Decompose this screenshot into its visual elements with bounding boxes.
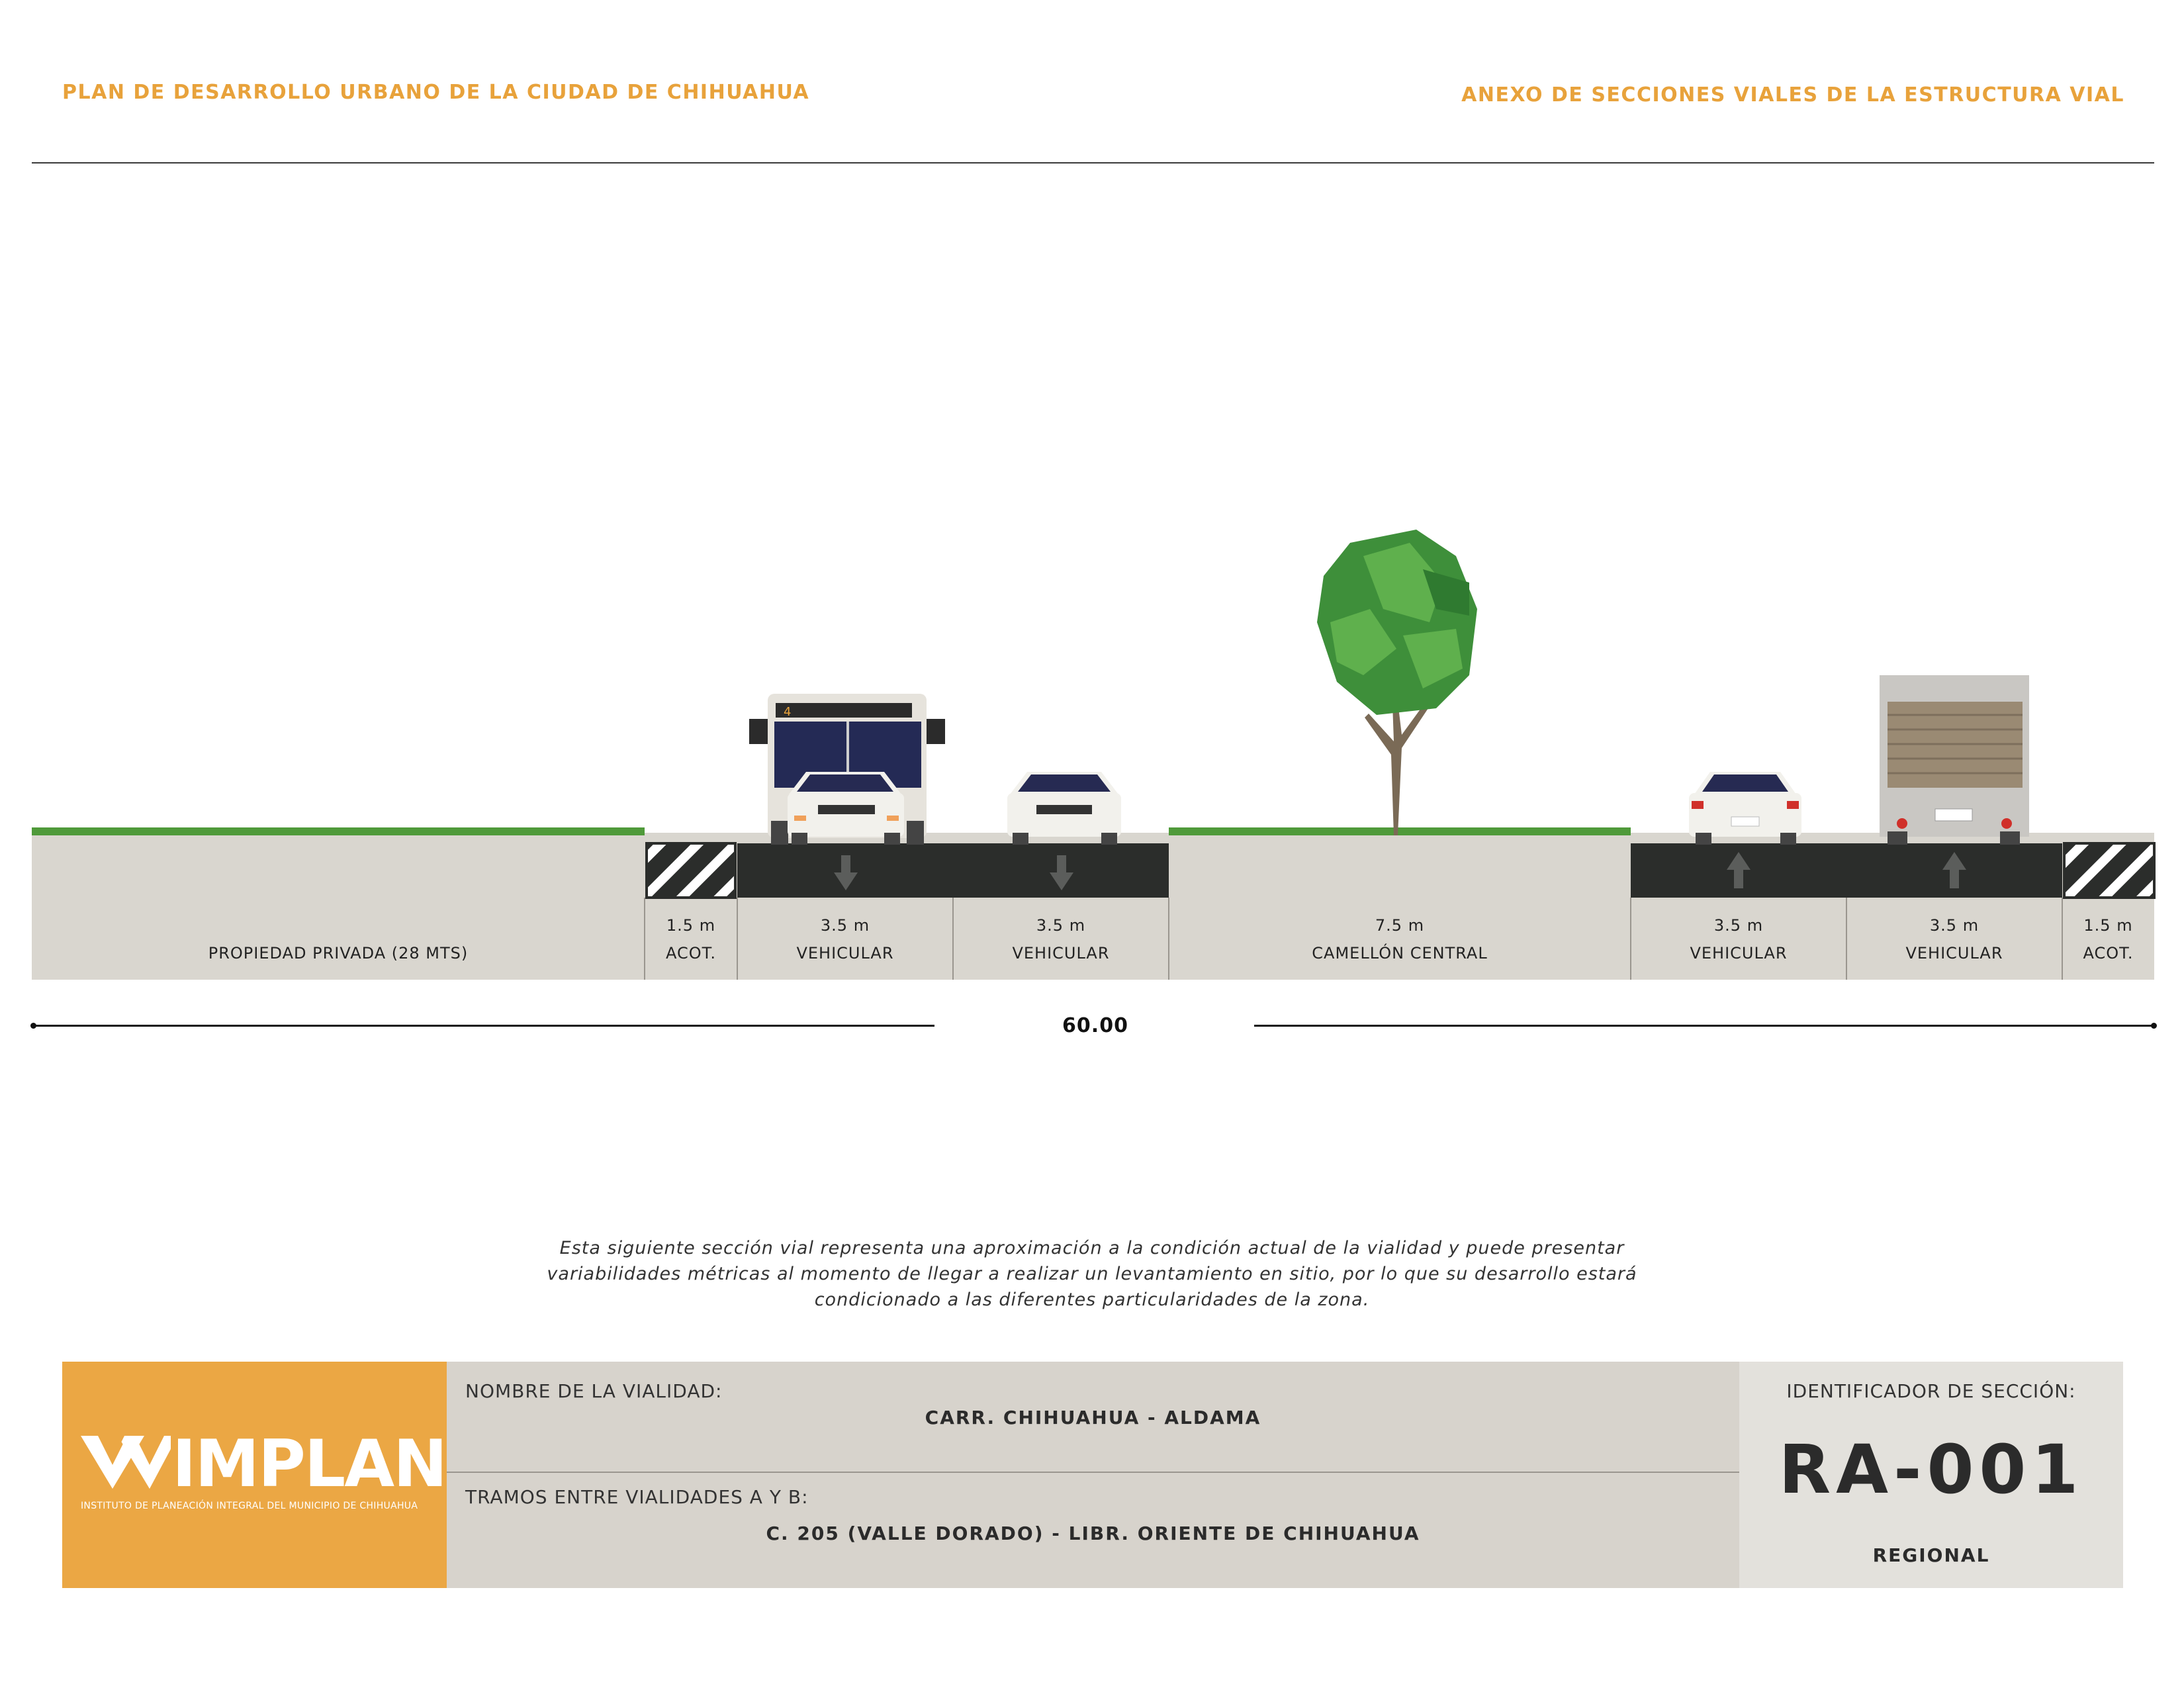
section-id-value: RA-001 [1778, 1430, 2084, 1509]
panel-divider [447, 1472, 1739, 1473]
section-info-block: IMPLAN INSTITUTO DE PLANEACIÓN INTEGRAL … [62, 1362, 2123, 1588]
median-grass [1169, 827, 1631, 835]
private-property-grass [32, 827, 645, 835]
road-info-panel: NOMBRE DE LA VIALIDAD: CARR. CHIHUAHUA -… [447, 1362, 1739, 1588]
dimension-line-right [1254, 1025, 2154, 1027]
bus-route-number: 4 [784, 705, 791, 719]
lane-width-vehicular-3: 3.5 m [1713, 916, 1764, 935]
lane-width-vehicular-2: 3.5 m [1036, 916, 1086, 935]
left-shoulder-hatch [645, 842, 737, 899]
dimension-line-left [33, 1025, 934, 1027]
implan-logo-text: IMPLAN [172, 1427, 447, 1502]
lane-label-private-property: PROPIEDAD PRIVADA (28 MTS) [208, 944, 469, 962]
segment-label: TRAMOS ENTRE VIALIDADES A Y B: [465, 1486, 809, 1508]
section-id-panel: IDENTIFICADOR DE SECCIÓN: RA-001 REGIONA… [1739, 1362, 2123, 1588]
lane-label-left-shoulder: ACOT. [665, 944, 717, 962]
car-icon [1007, 772, 1121, 845]
lane-label-vehicular-4: VEHICULAR [1905, 944, 2003, 962]
segment-value: C. 205 (VALLE DORADO) - LIBR. ORIENTE DE… [766, 1523, 1420, 1544]
car-rear-icon [1689, 772, 1801, 845]
lane-width-left-shoulder: 1.5 m [666, 916, 716, 935]
right-carriageway [1631, 843, 2062, 898]
implan-logo-mark-icon [81, 1436, 171, 1489]
implan-logo-subtitle: INSTITUTO DE PLANEACIÓN INTEGRAL DEL MUN… [81, 1501, 418, 1511]
disclaimer-line: condicionado a las diferentes particular… [814, 1289, 1370, 1310]
disclaimer-line: Esta siguiente sección vial representa u… [559, 1238, 1625, 1258]
truck-icon [1880, 675, 2029, 845]
dimension-endpoint [30, 1023, 36, 1029]
lane-label-vehicular-3: VEHICULAR [1690, 944, 1788, 962]
right-shoulder-hatch [2063, 842, 2156, 899]
road-name-label: NOMBRE DE LA VIALIDAD: [465, 1380, 723, 1402]
lane-label-vehicular-2: VEHICULAR [1012, 944, 1110, 962]
road-section-diagram: 4 [32, 530, 2156, 980]
lane-width-median: 7.5 m [1375, 916, 1425, 935]
section-type-value: REGIONAL [1872, 1544, 1990, 1566]
total-width-label: 60.00 [1062, 1014, 1128, 1037]
tree-icon [1317, 530, 1477, 835]
lane-label-vehicular-1: VEHICULAR [796, 944, 894, 962]
section-id-label: IDENTIFICADOR DE SECCIÓN: [1786, 1380, 2076, 1402]
lane-label-right-shoulder: ACOT. [2083, 944, 2134, 962]
lane-width-vehicular-1: 3.5 m [820, 916, 870, 935]
lane-label-median: CAMELLÓN CENTRAL [1312, 944, 1488, 962]
implan-logo: IMPLAN INSTITUTO DE PLANEACIÓN INTEGRAL … [62, 1362, 447, 1588]
dimension-endpoint [2151, 1023, 2157, 1029]
car-icon [788, 772, 904, 845]
road-name-value: CARR. CHIHUAHUA - ALDAMA [925, 1407, 1261, 1429]
left-carriageway [737, 843, 1169, 898]
lane-width-right-shoulder: 1.5 m [2083, 916, 2133, 935]
disclaimer-line: variabilidades métricas al momento de ll… [547, 1264, 1637, 1284]
disclaimer-text: Esta siguiente sección vial representa u… [516, 1235, 1668, 1313]
lane-width-vehicular-4: 3.5 m [1929, 916, 1979, 935]
